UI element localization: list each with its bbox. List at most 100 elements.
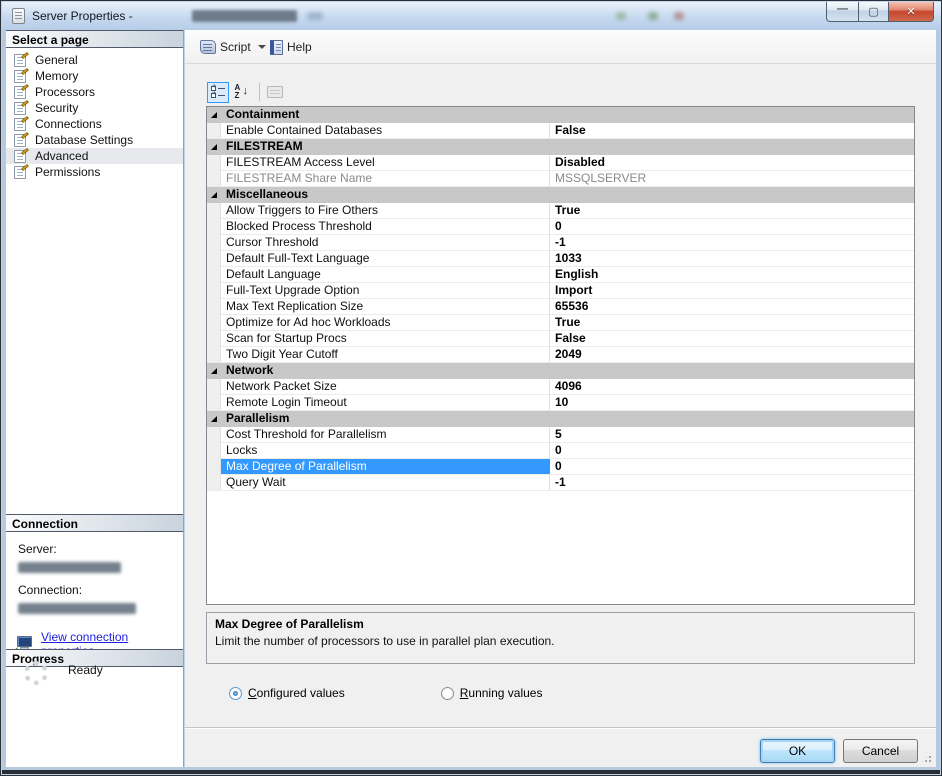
- grid-row[interactable]: Query Wait -1: [207, 475, 914, 491]
- grid-row[interactable]: Cost Threshold for Parallelism 5: [207, 427, 914, 443]
- grid-row-label[interactable]: Blocked Process Threshold: [221, 219, 550, 234]
- grid-category-row[interactable]: Parallelism: [207, 411, 914, 427]
- ok-button[interactable]: OK: [760, 739, 835, 763]
- grid-row-gutter: [207, 379, 221, 394]
- grid-row[interactable]: FILESTREAM Access Level Disabled: [207, 155, 914, 171]
- grid-row-value[interactable]: 5: [550, 427, 914, 442]
- grid-row[interactable]: Network Packet Size 4096: [207, 379, 914, 395]
- grid-row-label[interactable]: Network Packet Size: [221, 379, 550, 394]
- progress-section: Progress Ready: [6, 649, 183, 667]
- cancel-button[interactable]: Cancel: [843, 739, 918, 763]
- grid-row-value[interactable]: MSSQLSERVER: [550, 171, 914, 186]
- grid-category-name: FILESTREAM: [221, 139, 303, 155]
- grid-row-value[interactable]: True: [550, 315, 914, 330]
- sidebar-page-item[interactable]: Connections: [6, 116, 183, 132]
- grid-row-label[interactable]: Optimize for Ad hoc Workloads: [221, 315, 550, 330]
- page-icon: [14, 86, 29, 99]
- grid-row-label[interactable]: Cost Threshold for Parallelism: [221, 427, 550, 442]
- close-button[interactable]: ✕: [888, 2, 934, 22]
- grid-row[interactable]: Enable Contained Databases False: [207, 123, 914, 139]
- grid-row[interactable]: Scan for Startup Procs False: [207, 331, 914, 347]
- page-icon: [14, 54, 29, 67]
- server-properties-dialog: Server Properties - — ▢ ✕ Select a page …: [0, 0, 942, 776]
- grid-row-value[interactable]: False: [550, 331, 914, 346]
- grid-row-value[interactable]: False: [550, 123, 914, 138]
- radio-icon[interactable]: [229, 687, 242, 700]
- sidebar-page-item[interactable]: Processors: [6, 84, 183, 100]
- sidebar-page-item[interactable]: General: [6, 52, 183, 68]
- expand-triangle-icon[interactable]: [211, 144, 217, 150]
- title-bar[interactable]: Server Properties - — ▢ ✕: [2, 2, 942, 30]
- grid-category-row[interactable]: Miscellaneous: [207, 187, 914, 203]
- alphabetical-sort-button[interactable]: AZ↓: [231, 82, 253, 103]
- grid-row-value[interactable]: 0: [550, 459, 914, 474]
- grid-row-value[interactable]: 65536: [550, 299, 914, 314]
- grid-row-value[interactable]: Import: [550, 283, 914, 298]
- maximize-button[interactable]: ▢: [858, 2, 888, 22]
- script-button[interactable]: Script: [193, 35, 273, 59]
- grid-row[interactable]: Optimize for Ad hoc Workloads True: [207, 315, 914, 331]
- categorized-icon: [211, 86, 225, 99]
- sidebar-page-item[interactable]: Permissions: [6, 164, 183, 180]
- radio-option[interactable]: Running values: [441, 685, 543, 701]
- grid-row-label[interactable]: Default Language: [221, 267, 550, 282]
- grid-row[interactable]: Allow Triggers to Fire Others True: [207, 203, 914, 219]
- grid-row-label[interactable]: Max Text Replication Size: [221, 299, 550, 314]
- grid-row-label[interactable]: Locks: [221, 443, 550, 458]
- grid-row-value[interactable]: 0: [550, 219, 914, 234]
- grid-row[interactable]: Blocked Process Threshold 0: [207, 219, 914, 235]
- grid-row-label[interactable]: Remote Login Timeout: [221, 395, 550, 410]
- sidebar-page-item[interactable]: Security: [6, 100, 183, 116]
- grid-row-value[interactable]: 1033: [550, 251, 914, 266]
- grid-row-label[interactable]: Cursor Threshold: [221, 235, 550, 250]
- grid-row[interactable]: Max Degree of Parallelism 0: [207, 459, 914, 475]
- minimize-button[interactable]: —: [826, 2, 858, 22]
- grid-row[interactable]: Max Text Replication Size 65536: [207, 299, 914, 315]
- grid-row[interactable]: Full-Text Upgrade Option Import: [207, 283, 914, 299]
- grid-row-value[interactable]: 10: [550, 395, 914, 410]
- grid-row[interactable]: Default Full-Text Language 1033: [207, 251, 914, 267]
- expand-triangle-icon[interactable]: [211, 192, 217, 198]
- grid-row-value[interactable]: -1: [550, 235, 914, 250]
- grid-row-label[interactable]: FILESTREAM Access Level: [221, 155, 550, 170]
- sidebar-page-item[interactable]: Database Settings: [6, 132, 183, 148]
- sidebar-page-item[interactable]: Advanced: [6, 148, 183, 164]
- grid-row-label[interactable]: Scan for Startup Procs: [221, 331, 550, 346]
- grid-row[interactable]: FILESTREAM Share Name MSSQLSERVER: [207, 171, 914, 187]
- grid-row-label[interactable]: Default Full-Text Language: [221, 251, 550, 266]
- grid-row[interactable]: Default Language English: [207, 267, 914, 283]
- grid-row-value[interactable]: Disabled: [550, 155, 914, 170]
- redacted-artifact: [674, 12, 684, 20]
- grid-row-label[interactable]: FILESTREAM Share Name: [221, 171, 550, 186]
- grid-row-label[interactable]: Enable Contained Databases: [221, 123, 550, 138]
- grid-row[interactable]: Remote Login Timeout 10: [207, 395, 914, 411]
- grid-row-label[interactable]: Full-Text Upgrade Option: [221, 283, 550, 298]
- grid-category-row[interactable]: FILESTREAM: [207, 139, 914, 155]
- sidebar-page-item[interactable]: Memory: [6, 68, 183, 84]
- grid-category-row[interactable]: Network: [207, 363, 914, 379]
- grid-row-value[interactable]: 4096: [550, 379, 914, 394]
- grid-row[interactable]: Cursor Threshold -1: [207, 235, 914, 251]
- expand-triangle-icon[interactable]: [211, 416, 217, 422]
- grid-row[interactable]: Locks 0: [207, 443, 914, 459]
- grid-row-value[interactable]: True: [550, 203, 914, 218]
- categorized-button[interactable]: [207, 82, 229, 103]
- grid-row-label[interactable]: Allow Triggers to Fire Others: [221, 203, 550, 218]
- grid-row[interactable]: Two Digit Year Cutoff 2049: [207, 347, 914, 363]
- help-button[interactable]: Help: [263, 35, 319, 59]
- grid-row-value[interactable]: 2049: [550, 347, 914, 362]
- grid-category-row[interactable]: Containment: [207, 107, 914, 123]
- radio-icon[interactable]: [441, 687, 454, 700]
- grid-row-label[interactable]: Max Degree of Parallelism: [221, 459, 550, 474]
- grid-row-value[interactable]: English: [550, 267, 914, 282]
- grid-row-label[interactable]: Query Wait: [221, 475, 550, 490]
- grid-row-value[interactable]: 0: [550, 443, 914, 458]
- window-title: Server Properties -: [32, 9, 133, 23]
- radio-option[interactable]: Configured values: [229, 685, 345, 701]
- grid-row-value[interactable]: -1: [550, 475, 914, 490]
- grid-row-label[interactable]: Two Digit Year Cutoff: [221, 347, 550, 362]
- expand-triangle-icon[interactable]: [211, 112, 217, 118]
- resize-grip[interactable]: [920, 751, 933, 764]
- toolbar: Script Help: [185, 30, 936, 64]
- expand-triangle-icon[interactable]: [211, 368, 217, 374]
